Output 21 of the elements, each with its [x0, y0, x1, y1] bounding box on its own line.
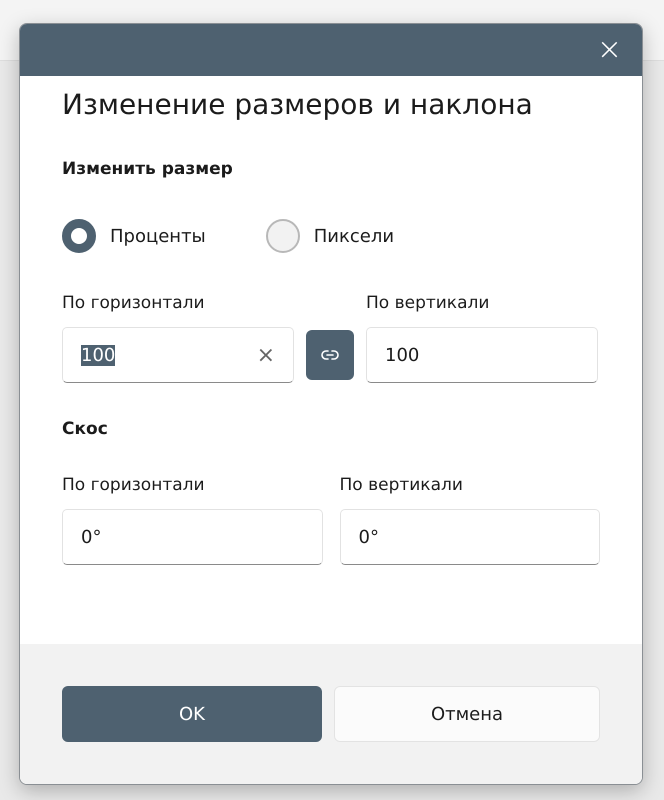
radio-label[interactable]: Проценты: [110, 226, 206, 246]
dialog-title: Изменение размеров и наклона: [62, 88, 534, 121]
field-label: По вертикали: [366, 293, 490, 313]
field-label: По горизонтали: [62, 293, 205, 313]
section-heading: Скос: [62, 419, 108, 439]
clear-icon[interactable]: ×: [256, 342, 275, 368]
radio-label[interactable]: Пиксели: [314, 226, 394, 246]
input-field[interactable]: 0°: [62, 509, 322, 565]
input-field[interactable]: 0°: [340, 509, 600, 565]
ok-button[interactable]: OK: [62, 686, 322, 742]
link-icon: [321, 349, 339, 361]
section-heading: Изменить размер: [62, 159, 233, 179]
field-label: По горизонтали: [62, 475, 205, 495]
link-button[interactable]: [306, 330, 354, 380]
radio-button[interactable]: [266, 219, 300, 253]
close-button[interactable]: ×: [592, 35, 626, 65]
input-field[interactable]: 100: [366, 327, 598, 383]
input-field[interactable]: 100 ×: [62, 327, 294, 383]
radio-button[interactable]: [62, 219, 96, 253]
cancel-button[interactable]: Отмена: [334, 686, 600, 742]
field-label: По вертикали: [340, 475, 463, 495]
